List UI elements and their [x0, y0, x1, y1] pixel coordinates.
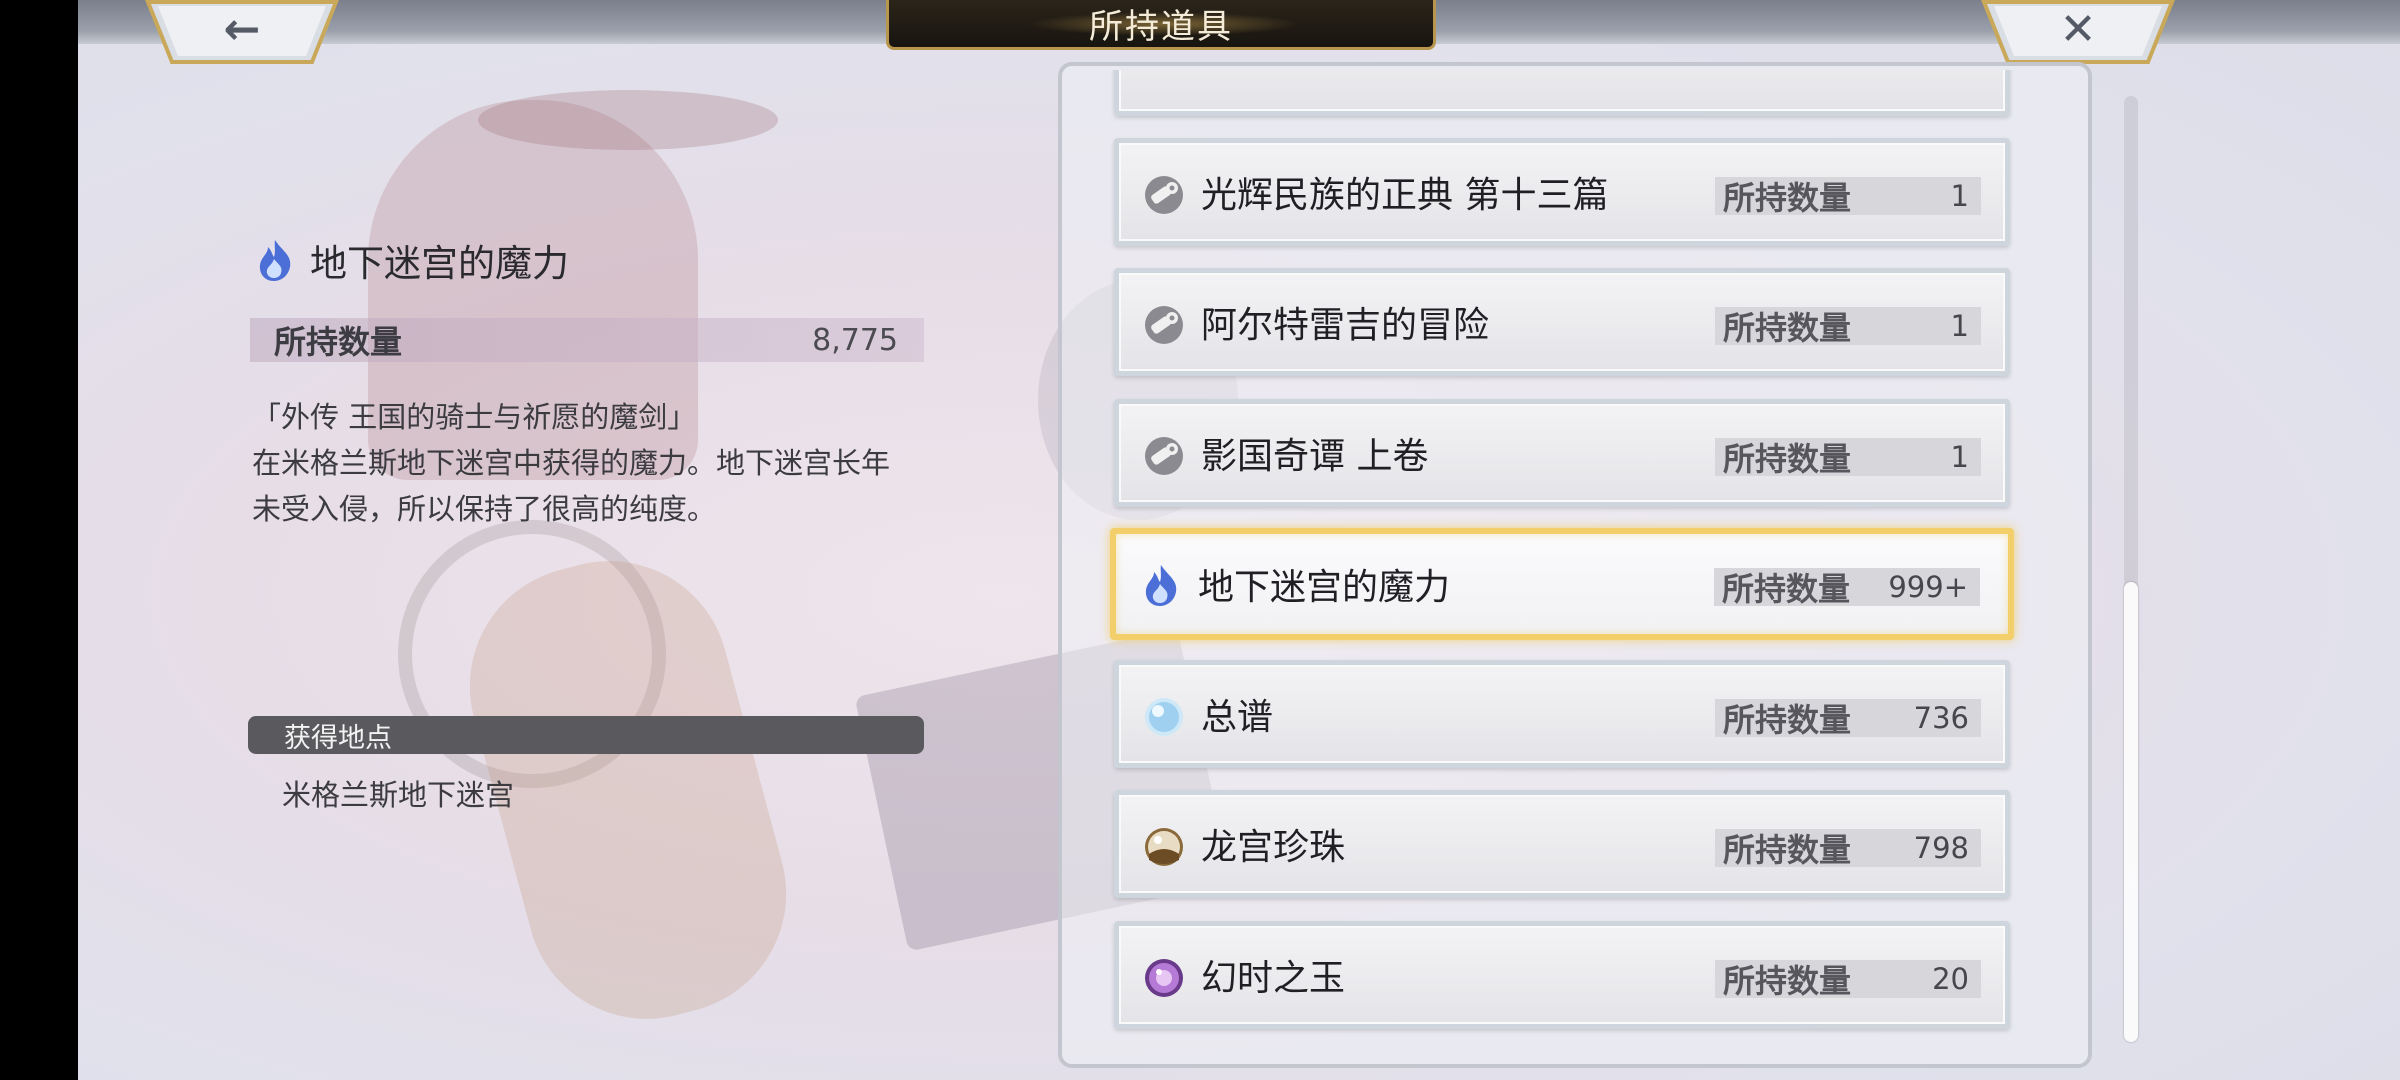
count-value: 999+ — [1888, 570, 1968, 604]
detail-description: 「外传 王国的骑士与祈愿的魔剑」 在米格兰斯地下迷宫中获得的魔力。地下迷宫长年 … — [252, 394, 952, 532]
list-item-count: 所持数量 1 — [1715, 307, 1981, 347]
list-item-name: 影国奇谭 上卷 — [1201, 436, 1429, 477]
close-icon: ✕ — [2059, 3, 2097, 55]
detail-item-name: 地下迷宫的魔力 — [310, 242, 569, 285]
location-header: 获得地点 — [248, 716, 924, 754]
back-arrow-icon: ← — [223, 3, 261, 55]
back-button[interactable]: ← — [144, 0, 340, 66]
close-button[interactable]: ✕ — [1980, 0, 2176, 66]
count-value: 1 — [1950, 179, 1969, 213]
scroll-key-icon — [1145, 306, 1183, 344]
count-value: 20 — [1932, 962, 1969, 996]
light-blue-orb-icon — [1145, 698, 1183, 736]
list-item-name: 幻时之玉 — [1201, 958, 1346, 999]
count-label: 所持数量 — [1723, 309, 1852, 347]
purple-orb-icon — [1145, 959, 1183, 997]
list-item-count: 所持数量 736 — [1715, 699, 1981, 739]
list-item[interactable]: 影国奇谭 上卷 所持数量 1 — [1114, 399, 2010, 507]
count-value: 1 — [1950, 309, 1969, 343]
count-value: 736 — [1913, 701, 1969, 735]
list-item-count: 所持数量 999+ — [1714, 568, 1980, 608]
count-value: 1 — [1950, 440, 1969, 474]
item-list[interactable]: 光辉民族的正典 第十三篇 所持数量 1 阿尔特雷吉的冒险 所持数量 1 影国奇谭… — [1064, 70, 2084, 1060]
count-label: 所持数量 — [1723, 962, 1852, 1000]
list-item-name: 龙宫珍珠 — [1201, 827, 1346, 868]
detail-owned-value: 8,775 — [812, 322, 898, 358]
location-value: 米格兰斯地下迷宫 — [282, 778, 515, 812]
count-label: 所持数量 — [1723, 831, 1852, 869]
list-item-selected[interactable]: 地下迷宫的魔力 所持数量 999+ — [1110, 528, 2014, 640]
list-item[interactable]: 总谱 所持数量 736 — [1114, 660, 2010, 768]
list-item[interactable]: 龙宫珍珠 所持数量 798 — [1114, 790, 2010, 898]
description-line: 「外传 王国的骑士与祈愿的魔剑」 — [252, 400, 697, 434]
list-item-count: 所持数量 798 — [1715, 829, 1981, 869]
list-item[interactable]: 阿尔特雷吉的冒险 所持数量 1 — [1114, 268, 2010, 376]
background-hat-brim-illustration — [478, 90, 778, 150]
list-item-count: 所持数量 1 — [1715, 438, 1981, 478]
left-letterbox — [0, 0, 78, 1080]
location-header-label: 获得地点 — [284, 722, 392, 754]
scroll-key-icon — [1145, 437, 1183, 475]
list-item-name: 光辉民族的正典 第十三篇 — [1201, 175, 1609, 216]
list-item-name: 阿尔特雷吉的冒险 — [1201, 305, 1490, 346]
list-scrollbar-thumb[interactable] — [2124, 582, 2138, 1042]
pearl-icon — [1145, 828, 1183, 866]
list-item-name: 地下迷宫的魔力 — [1198, 567, 1451, 608]
scroll-key-icon — [1145, 176, 1183, 214]
count-label: 所持数量 — [1722, 570, 1851, 608]
list-item-partial[interactable] — [1114, 70, 2010, 116]
list-item-name: 总谱 — [1201, 697, 1274, 738]
blue-flame-icon — [259, 240, 291, 281]
list-item[interactable]: 光辉民族的正典 第十三篇 所持数量 1 — [1114, 138, 2010, 246]
detail-owned-bar: 所持数量 8,775 — [250, 318, 924, 362]
blue-flame-icon — [1145, 565, 1177, 606]
count-label: 所持数量 — [1723, 440, 1852, 478]
count-value: 798 — [1913, 831, 1969, 865]
description-line: 在米格兰斯地下迷宫中获得的魔力。地下迷宫长年 — [252, 446, 891, 480]
detail-title: 地下迷宫的魔力 — [254, 230, 569, 290]
list-item[interactable]: 幻时之玉 所持数量 20 — [1114, 921, 2010, 1029]
count-label: 所持数量 — [1723, 179, 1852, 217]
description-line: 未受入侵，所以保持了很高的纯度。 — [252, 492, 717, 526]
count-label: 所持数量 — [1723, 701, 1852, 739]
title-plate: 所持道具 — [886, 0, 1436, 50]
list-item-count: 所持数量 1 — [1715, 177, 1981, 217]
detail-owned-label: 所持数量 — [274, 323, 403, 361]
page-title: 所持道具 — [1089, 7, 1233, 47]
list-item-count: 所持数量 20 — [1715, 960, 1981, 1000]
